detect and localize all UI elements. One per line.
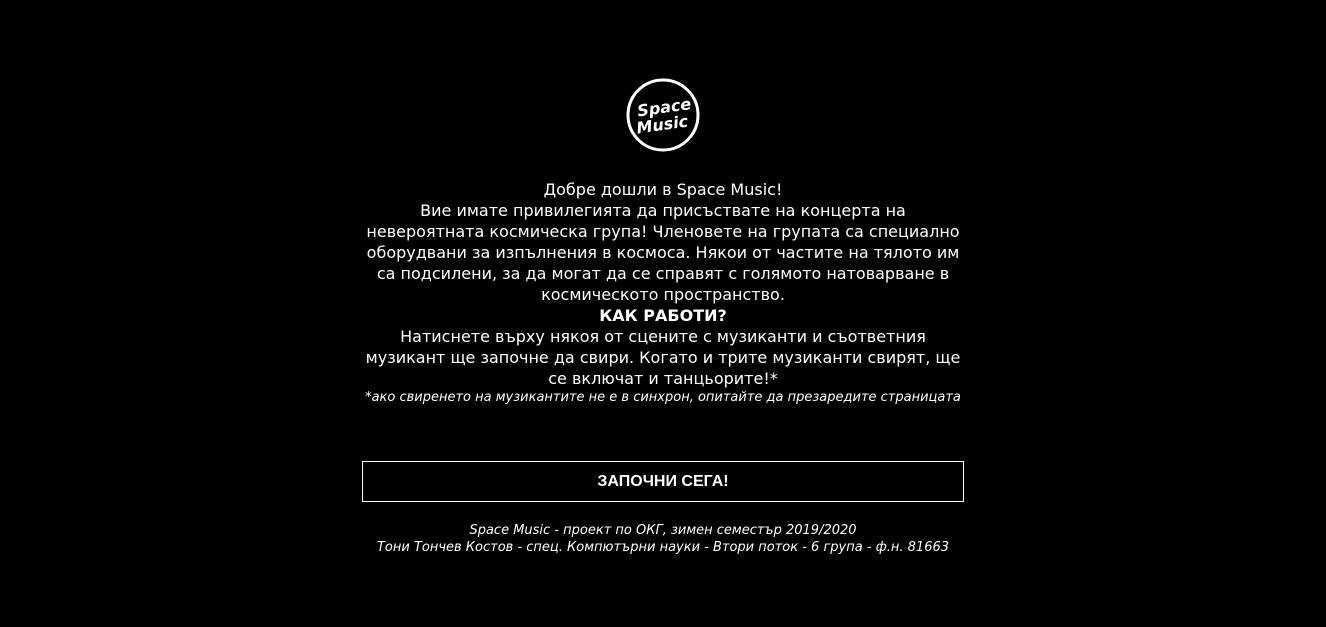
space-music-logo: Space Music <box>625 77 701 153</box>
description-text: Вие имате привилегията да присъствате на… <box>366 201 960 304</box>
footer-project-line: Space Music - проект по ОКГ, зимен семес… <box>469 523 857 538</box>
footer: Space Music - проект по ОКГ, зимен семес… <box>362 522 964 556</box>
how-it-works-heading: КАК РАБОТИ? <box>599 306 727 325</box>
welcome-text: Добре дошли в Space Music! <box>543 180 783 199</box>
start-now-label: ЗАПОЧНИ СЕГА! <box>597 472 729 490</box>
how-it-works-text: Натиснете върху някоя от сцените с музик… <box>365 327 961 388</box>
intro-text: Добре дошли в Space Music! Вие имате при… <box>362 179 964 406</box>
footer-author-line: Тони Тончев Костов - спец. Компютърни на… <box>376 540 950 555</box>
sync-note: *ако свиренето на музикантите не е в син… <box>365 390 961 405</box>
start-now-button[interactable]: ЗАПОЧНИ СЕГА! <box>362 461 964 502</box>
